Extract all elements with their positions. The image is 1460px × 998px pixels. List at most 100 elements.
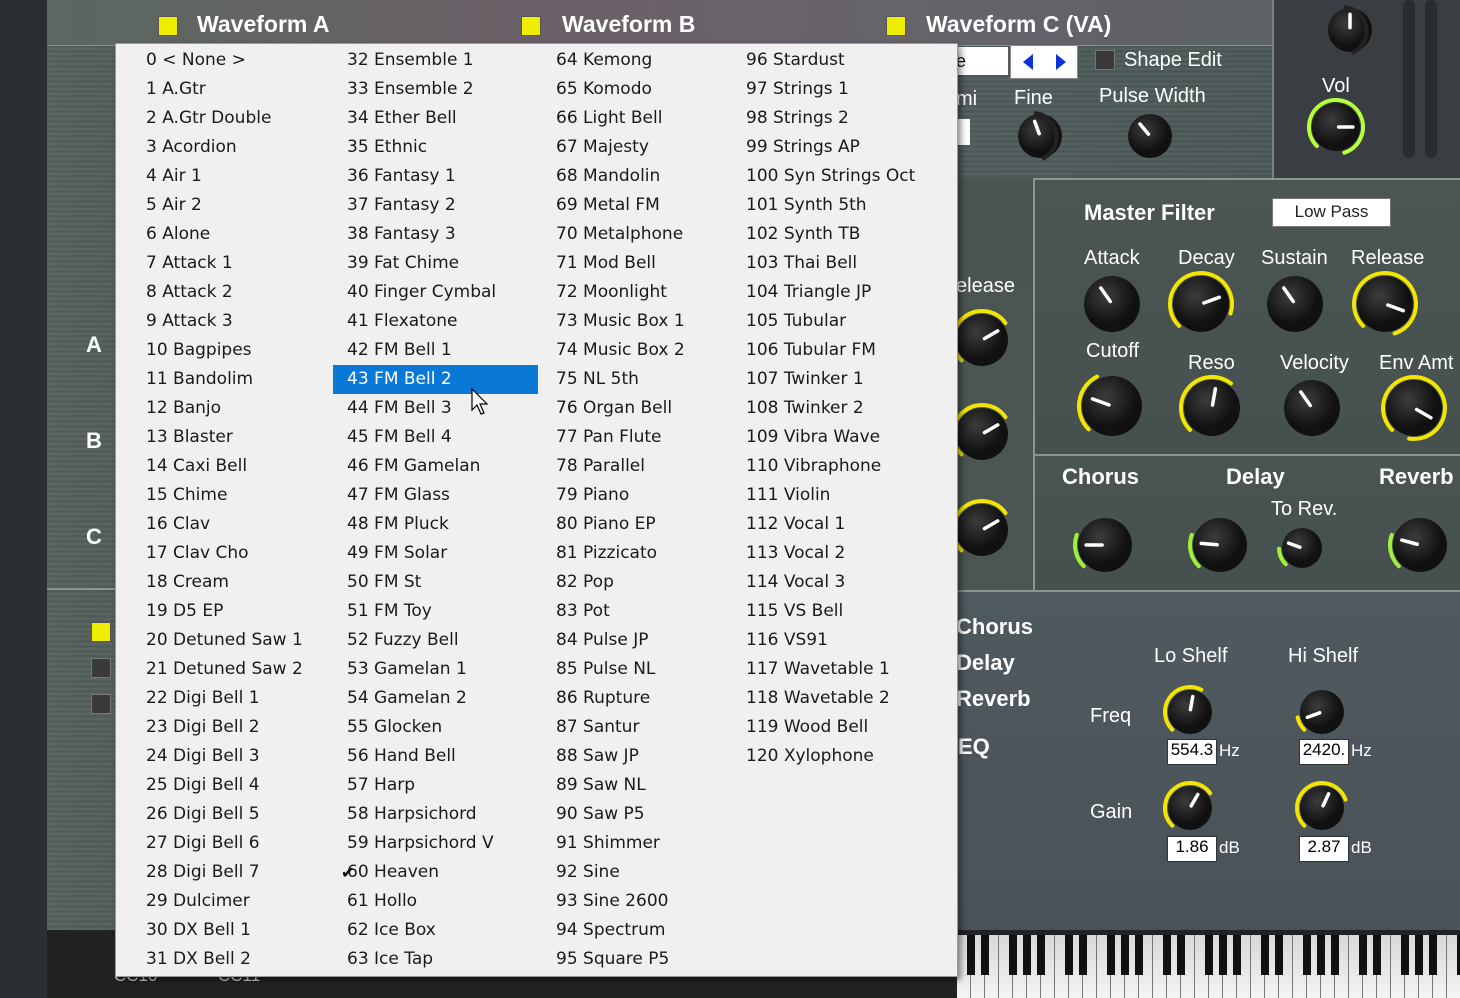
waveform-menu-item[interactable]: 81 Pizzicato (542, 539, 727, 568)
waveform-menu-item[interactable]: 23 Digi Bell 2 (132, 713, 332, 742)
waveform-menu-item[interactable]: 116 VS91 (732, 626, 942, 655)
waveform-menu-item[interactable]: 52 Fuzzy Bell (333, 626, 538, 655)
waveform-menu-item[interactable]: 39 Fat Chime (333, 249, 538, 278)
sustain-knob[interactable] (1260, 269, 1330, 339)
waveform-menu-item[interactable]: 87 Santur (542, 713, 727, 742)
waveform-menu-item[interactable]: 6 Alone (132, 220, 332, 249)
waveform-menu-item[interactable]: 59 Harpsichord V (333, 829, 538, 858)
waveform-menu-item[interactable]: 83 Pot (542, 597, 727, 626)
waveform-menu-item[interactable]: 10 Bagpipes (132, 336, 332, 365)
waveform-menu-item[interactable]: 82 Pop (542, 568, 727, 597)
waveform-b-led[interactable] (521, 16, 541, 36)
waveform-menu-item[interactable]: 64 Kemong (542, 46, 727, 75)
waveform-menu-item[interactable]: 21 Detuned Saw 2 (132, 655, 332, 684)
waveform-menu-item[interactable]: 105 Tubular (732, 307, 942, 336)
lo-gain-knob[interactable] (1161, 779, 1219, 837)
waveform-menu-item[interactable]: 34 Ether Bell (333, 104, 538, 133)
waveform-menu-item[interactable]: 61 Hollo (333, 887, 538, 916)
waveform-menu-item[interactable]: 80 Piano EP (542, 510, 727, 539)
waveform-menu-item[interactable]: 13 Blaster (132, 423, 332, 452)
black-key[interactable] (1177, 935, 1185, 975)
waveform-menu-item[interactable]: 36 Fantasy 1 (333, 162, 538, 191)
waveform-menu-item[interactable]: 5 Air 2 (132, 191, 332, 220)
waveform-menu-item[interactable]: 93 Sine 2600 (542, 887, 727, 916)
waveform-menu-item[interactable]: 3 Acordion (132, 133, 332, 162)
fine-knob[interactable] (1011, 107, 1069, 165)
led-on[interactable] (91, 622, 111, 642)
waveform-menu-item[interactable]: 19 D5 EP (132, 597, 332, 626)
waveform-menu-item[interactable]: 78 Parallel (542, 452, 727, 481)
waveform-menu-item[interactable]: 41 Flexatone (333, 307, 538, 336)
waveform-menu-item[interactable]: 68 Mandolin (542, 162, 727, 191)
waveform-menu-item[interactable]: 11 Bandolim (132, 365, 332, 394)
waveform-menu-item[interactable]: 106 Tubular FM (732, 336, 942, 365)
black-key[interactable] (1303, 935, 1311, 975)
waveform-menu-item[interactable]: 115 VS Bell (732, 597, 942, 626)
pulse-width-knob[interactable] (1121, 107, 1179, 165)
black-key[interactable] (1429, 935, 1437, 975)
black-key[interactable] (1205, 935, 1213, 975)
black-key[interactable] (1331, 935, 1339, 975)
waveform-menu-item[interactable]: 74 Music Box 2 (542, 336, 727, 365)
waveform-menu-item[interactable]: 40 Finger Cymbal (333, 278, 538, 307)
waveform-menu-item[interactable]: 67 Majesty (542, 133, 727, 162)
waveform-menu-item[interactable]: 25 Digi Bell 4 (132, 771, 332, 800)
waveform-menu-item[interactable]: 98 Strings 2 (732, 104, 942, 133)
waveform-menu-item[interactable]: 53 Gamelan 1 (333, 655, 538, 684)
waveform-menu-item[interactable]: 45 FM Bell 4 (333, 423, 538, 452)
waveform-menu-item[interactable]: 20 Detuned Saw 1 (132, 626, 332, 655)
black-key[interactable] (1163, 935, 1171, 975)
waveform-menu-item[interactable]: 44 FM Bell 3 (333, 394, 538, 423)
black-key[interactable] (1107, 935, 1115, 975)
waveform-menu-item[interactable]: 9 Attack 3 (132, 307, 332, 336)
waveform-menu-item[interactable]: 76 Organ Bell (542, 394, 727, 423)
waveform-menu-item[interactable]: 104 Triangle JP (732, 278, 942, 307)
black-key[interactable] (1023, 935, 1031, 975)
waveform-menu-item[interactable]: 38 Fantasy 3 (333, 220, 538, 249)
waveform-menu-item[interactable]: 37 Fantasy 2 (333, 191, 538, 220)
black-key[interactable] (1373, 935, 1381, 975)
decay-knob[interactable] (1166, 269, 1236, 339)
waveform-menu-item[interactable]: 92 Sine (542, 858, 727, 887)
reverb-knob[interactable] (1386, 511, 1454, 579)
waveform-menu-item[interactable]: 117 Wavetable 1 (732, 655, 942, 684)
waveform-menu-item[interactable]: 56 Hand Bell (333, 742, 538, 771)
to-rev-knob[interactable] (1275, 521, 1329, 575)
waveform-menu-item[interactable]: 97 Strings 1 (732, 75, 942, 104)
waveform-menu-item[interactable]: 32 Ensemble 1 (333, 46, 538, 75)
waveform-menu-item[interactable]: 66 Light Bell (542, 104, 727, 133)
waveform-menu-item[interactable]: 58 Harpsichord (333, 800, 538, 829)
waveform-menu-item[interactable]: 54 Gamelan 2 (333, 684, 538, 713)
delay-knob[interactable] (1186, 511, 1254, 579)
waveform-menu-item[interactable]: 91 Shimmer (542, 829, 727, 858)
led-off-2[interactable] (91, 694, 111, 714)
amp-knob-2[interactable] (949, 401, 1015, 467)
waveform-menu-item[interactable]: 113 Vocal 2 (732, 539, 942, 568)
reso-knob[interactable] (1177, 373, 1247, 443)
waveform-menu-item[interactable]: 17 Clav Cho (132, 539, 332, 568)
shape-edit-checkbox[interactable] (1095, 50, 1115, 70)
fx-list-eq[interactable]: EQ (958, 734, 990, 760)
black-key[interactable] (1065, 935, 1073, 975)
waveform-menu-item[interactable]: 26 Digi Bell 5 (132, 800, 332, 829)
waveform-menu-item[interactable]: 35 Ethnic (333, 133, 538, 162)
waveform-menu-item[interactable]: 112 Vocal 1 (732, 510, 942, 539)
waveform-menu-item[interactable]: 60 Heaven ✔ (333, 858, 538, 887)
fx-list-chorus[interactable]: Chorus (956, 614, 1033, 640)
waveform-menu-item[interactable]: 24 Digi Bell 3 (132, 742, 332, 771)
waveform-menu-item[interactable]: 8 Attack 2 (132, 278, 332, 307)
waveform-a-led[interactable] (158, 16, 178, 36)
waveform-menu-item[interactable]: 84 Pulse JP (542, 626, 727, 655)
chorus-knob[interactable] (1071, 511, 1139, 579)
black-key[interactable] (1401, 935, 1409, 975)
lo-shelf-freq-value[interactable]: 554.3 (1167, 739, 1217, 765)
semi-value-field[interactable] (956, 119, 970, 145)
waveform-menu-item[interactable]: 109 Vibra Wave (732, 423, 942, 452)
velocity-knob[interactable] (1277, 373, 1347, 443)
waveform-menu-item[interactable]: 103 Thai Bell (732, 249, 942, 278)
waveform-menu-item[interactable]: 99 Strings AP (732, 133, 942, 162)
black-key[interactable] (1037, 935, 1045, 975)
waveform-c-led[interactable] (886, 16, 906, 36)
wave-c-top-knob[interactable] (1321, 1, 1379, 59)
lo-shelf-gain-value[interactable]: 1.86 (1167, 836, 1217, 862)
